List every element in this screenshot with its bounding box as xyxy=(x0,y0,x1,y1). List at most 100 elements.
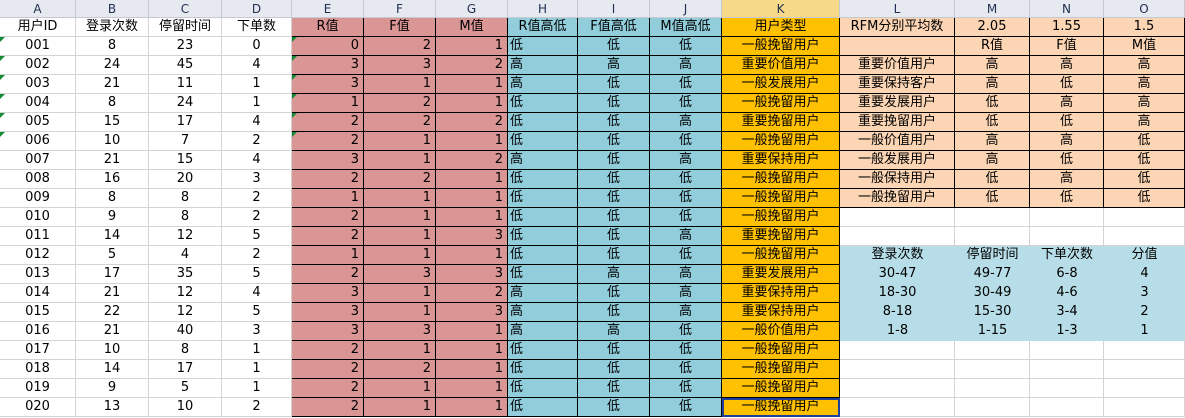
cell-h10[interactable]: 低 xyxy=(508,189,578,208)
cell-h13[interactable]: 低 xyxy=(508,246,578,265)
cell-a14[interactable]: 013 xyxy=(0,265,76,284)
cell-i17[interactable]: 高 xyxy=(578,322,650,341)
cell-b16[interactable]: 22 xyxy=(76,303,149,322)
column-header-k[interactable]: K xyxy=(722,0,840,18)
cell-e4[interactable]: 3 xyxy=(292,75,364,94)
cell-f4[interactable]: 1 xyxy=(364,75,436,94)
cell-k5[interactable]: 一般挽留用户 xyxy=(722,94,840,113)
user-type-f[interactable]: 高 xyxy=(1030,56,1104,75)
score-cell[interactable]: 1-3 xyxy=(1030,322,1104,341)
cell-d6[interactable]: 4 xyxy=(222,113,292,132)
cell-e17[interactable]: 3 xyxy=(292,322,364,341)
cell-l19[interactable] xyxy=(840,360,955,379)
cell-m18[interactable] xyxy=(955,341,1030,360)
cell-e18[interactable]: 2 xyxy=(292,341,364,360)
user-type-name[interactable]: 一般价值用户 xyxy=(840,132,955,151)
cell-i20[interactable]: 低 xyxy=(578,379,650,398)
cell-h20[interactable]: 低 xyxy=(508,379,578,398)
cell-a3[interactable]: 002 xyxy=(0,56,76,75)
cell-h7[interactable]: 低 xyxy=(508,132,578,151)
cell-f8[interactable]: 1 xyxy=(364,151,436,170)
cell-d9[interactable]: 3 xyxy=(222,170,292,189)
cell-k20[interactable]: 一般挽留用户 xyxy=(722,379,840,398)
cell-e12[interactable]: 2 xyxy=(292,227,364,246)
cell-b6[interactable]: 15 xyxy=(76,113,149,132)
cell-b8[interactable]: 21 xyxy=(76,151,149,170)
cell-e7[interactable]: 2 xyxy=(292,132,364,151)
cell-g17[interactable]: 1 xyxy=(436,322,508,341)
cell-j18[interactable]: 低 xyxy=(650,341,722,360)
cell-k9[interactable]: 一般挽留用户 xyxy=(722,170,840,189)
cell-j12[interactable]: 高 xyxy=(650,227,722,246)
cell-d3[interactable]: 4 xyxy=(222,56,292,75)
user-type-r[interactable]: 低 xyxy=(955,189,1030,208)
cell-e5[interactable]: 1 xyxy=(292,94,364,113)
cell-g18[interactable]: 1 xyxy=(436,341,508,360)
cell-j9[interactable]: 低 xyxy=(650,170,722,189)
cell-b19[interactable]: 14 xyxy=(76,360,149,379)
column-header-h[interactable]: H xyxy=(508,0,578,18)
rfm-subheader-m[interactable]: R值 xyxy=(955,37,1030,56)
user-type-name[interactable]: 一般挽留用户 xyxy=(840,189,955,208)
cell-k7[interactable]: 一般挽留用户 xyxy=(722,132,840,151)
cell-j8[interactable]: 高 xyxy=(650,151,722,170)
cell-c9[interactable]: 20 xyxy=(149,170,222,189)
cell-d12[interactable]: 5 xyxy=(222,227,292,246)
cell-h16[interactable]: 高 xyxy=(508,303,578,322)
cell-g9[interactable]: 1 xyxy=(436,170,508,189)
user-type-f[interactable]: 低 xyxy=(1030,75,1104,94)
user-type-name[interactable]: 重要保持客户 xyxy=(840,75,955,94)
cell-h17[interactable]: 高 xyxy=(508,322,578,341)
cell-i19[interactable]: 低 xyxy=(578,360,650,379)
user-type-m[interactable]: 高 xyxy=(1104,75,1185,94)
cell-g5[interactable]: 1 xyxy=(436,94,508,113)
cell-d10[interactable]: 2 xyxy=(222,189,292,208)
cell-d7[interactable]: 2 xyxy=(222,132,292,151)
cell-f9[interactable]: 2 xyxy=(364,170,436,189)
cell-k11[interactable]: 一般挽留用户 xyxy=(722,208,840,227)
cell-a20[interactable]: 019 xyxy=(0,379,76,398)
user-type-r[interactable]: 低 xyxy=(955,94,1030,113)
spreadsheet-grid[interactable]: A B C D E F G H I J K L M N O 用户ID 登录次数 停留时间 下单数 R值 F值 M值 R值高低… xyxy=(0,0,1185,418)
cell-c18[interactable]: 8 xyxy=(149,341,222,360)
cell-e8[interactable]: 3 xyxy=(292,151,364,170)
cell-l21[interactable] xyxy=(840,398,955,417)
cell-d8[interactable]: 4 xyxy=(222,151,292,170)
user-type-m[interactable]: 高 xyxy=(1104,56,1185,75)
cell-n20[interactable] xyxy=(1030,379,1104,398)
cell-k17[interactable]: 一般价值用户 xyxy=(722,322,840,341)
user-type-r[interactable]: 高 xyxy=(955,132,1030,151)
header-cell-c[interactable]: 停留时间 xyxy=(149,18,222,37)
score-cell[interactable]: 30-49 xyxy=(955,284,1030,303)
cell-k6[interactable]: 重要挽留用户 xyxy=(722,113,840,132)
cell-b11[interactable]: 9 xyxy=(76,208,149,227)
cell-d2[interactable]: 0 xyxy=(222,37,292,56)
cell-d13[interactable]: 2 xyxy=(222,246,292,265)
cell-e11[interactable]: 2 xyxy=(292,208,364,227)
cell-m12[interactable] xyxy=(955,227,1030,246)
cell-k13[interactable]: 一般挽留用户 xyxy=(722,246,840,265)
cell-j17[interactable]: 低 xyxy=(650,322,722,341)
cell-f7[interactable]: 1 xyxy=(364,132,436,151)
cell-a2[interactable]: 001 xyxy=(0,37,76,56)
cell-i6[interactable]: 低 xyxy=(578,113,650,132)
column-header-j[interactable]: J xyxy=(650,0,722,18)
cell-g6[interactable]: 2 xyxy=(436,113,508,132)
score-cell[interactable]: 4 xyxy=(1104,265,1185,284)
user-type-name[interactable]: 一般保持用户 xyxy=(840,170,955,189)
cell-c7[interactable]: 7 xyxy=(149,132,222,151)
cell-c14[interactable]: 35 xyxy=(149,265,222,284)
cell-k18[interactable]: 一般挽留用户 xyxy=(722,341,840,360)
cell-g13[interactable]: 1 xyxy=(436,246,508,265)
score-cell[interactable]: 3 xyxy=(1104,284,1185,303)
cell-o11[interactable] xyxy=(1104,208,1185,227)
cell-f2[interactable]: 2 xyxy=(364,37,436,56)
cell-h19[interactable]: 低 xyxy=(508,360,578,379)
cell-i10[interactable]: 低 xyxy=(578,189,650,208)
cell-a11[interactable]: 010 xyxy=(0,208,76,227)
cell-e16[interactable]: 3 xyxy=(292,303,364,322)
column-header-f[interactable]: F xyxy=(364,0,436,18)
cell-i11[interactable]: 低 xyxy=(578,208,650,227)
cell-b13[interactable]: 5 xyxy=(76,246,149,265)
cell-e14[interactable]: 2 xyxy=(292,265,364,284)
